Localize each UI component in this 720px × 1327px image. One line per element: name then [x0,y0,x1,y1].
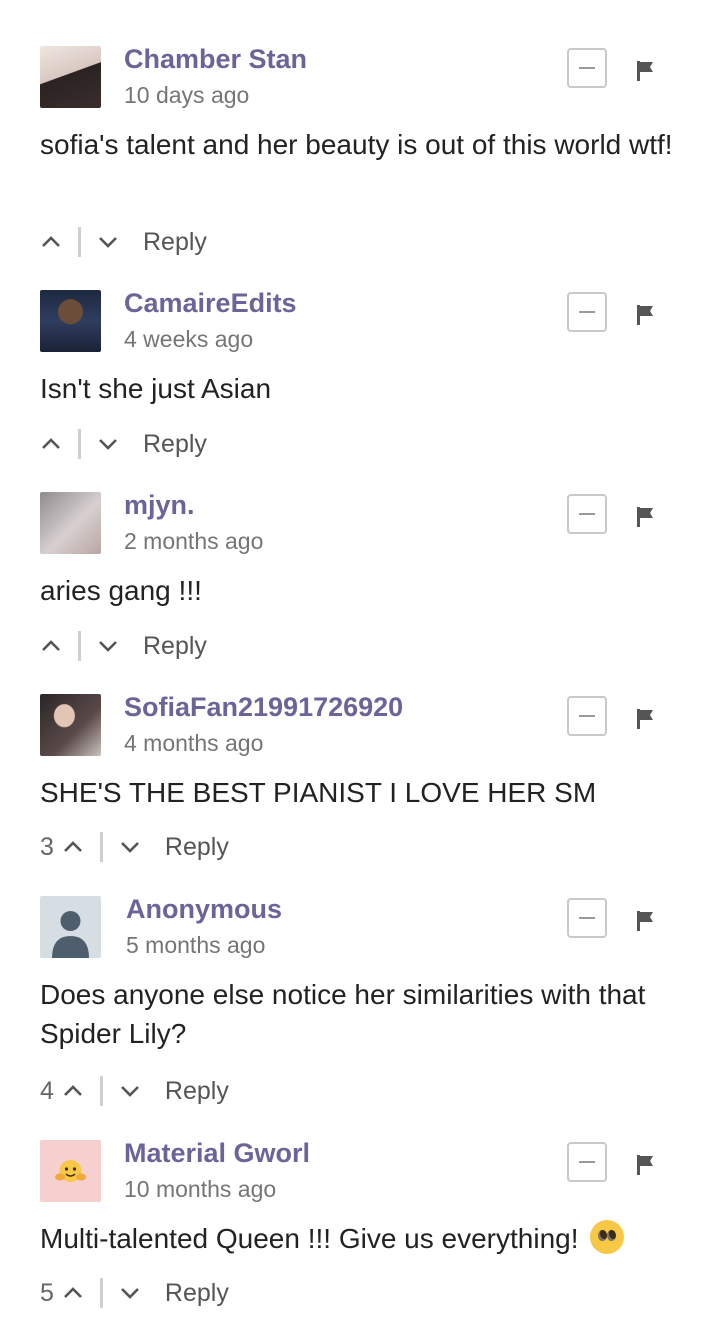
downvote-icon[interactable] [97,433,119,455]
comment-actions: Reply [40,426,207,462]
divider [78,631,81,661]
flag-icon[interactable] [636,506,656,528]
username[interactable]: SofiaFan21991726920 [124,692,403,723]
collapse-button[interactable] [567,898,607,938]
comment-text: sofia's talent and her beauty is out of … [40,129,673,160]
upvote-icon[interactable] [62,836,84,858]
collapse-button[interactable] [567,292,607,332]
comment-text: Multi-talented Queen !!! Give us everyth… [40,1223,579,1254]
vote-count: 4 [40,1076,54,1105]
collapse-button[interactable] [567,696,607,736]
username[interactable]: Anonymous [126,894,282,925]
comment-actions: 4 Reply [40,1073,229,1109]
user-silhouette-icon [52,911,89,958]
divider [99,1076,103,1106]
user-avatar[interactable] [40,694,101,756]
flag-icon[interactable] [636,1154,656,1176]
upvote-icon[interactable] [40,635,62,657]
divider [99,832,103,862]
reply-button[interactable]: Reply [165,1077,229,1106]
timestamp: 10 days ago [124,82,250,108]
timestamp: 4 months ago [124,730,264,756]
reply-button[interactable]: Reply [165,833,229,862]
flag-icon[interactable] [636,304,656,326]
comment-text-wrapper: Multi-talented Queen !!! Give us everyth… [40,1219,680,1258]
user-avatar[interactable] [40,46,101,108]
upvote-icon[interactable] [62,1282,84,1304]
timestamp: 5 months ago [126,932,266,958]
vote-count: 3 [40,832,54,861]
divider [99,1278,103,1308]
vote-count: 5 [40,1278,54,1307]
timestamp: 2 months ago [124,528,264,554]
comment-text: Does anyone else notice her similarities… [40,979,646,1049]
comment-actions: 3 Reply [40,829,229,865]
user-avatar[interactable] [40,492,101,554]
divider [78,227,81,257]
reply-button[interactable]: Reply [143,228,207,257]
downvote-icon[interactable] [119,1282,141,1304]
flag-icon[interactable] [636,708,656,730]
flag-icon[interactable] [636,910,656,932]
hugging-emoji-avatar[interactable] [40,1140,101,1202]
flag-icon[interactable] [636,60,656,82]
upvote-icon[interactable] [40,231,62,253]
comment-text: Isn't she just Asian [40,373,272,404]
upvote-icon[interactable] [40,433,62,455]
username[interactable]: mjyn. [124,490,195,521]
downvote-icon[interactable] [97,635,119,657]
downvote-icon[interactable] [119,836,141,858]
downvote-icon[interactable] [119,1080,141,1102]
default-user-avatar[interactable] [40,896,101,958]
collapse-button[interactable] [567,1142,607,1182]
divider [78,429,81,459]
comment-text: SHE'S THE BEST PIANIST I LOVE HER SM [40,777,597,808]
comment-text: aries gang !!! [40,575,202,606]
collapse-button[interactable] [567,48,607,88]
collapse-button[interactable] [567,494,607,534]
hugging-face-icon [55,1160,86,1182]
username[interactable]: CamaireEdits [124,288,297,319]
comment-actions: Reply [40,628,207,664]
comment-actions: Reply [40,224,207,260]
upvote-icon[interactable] [62,1080,84,1102]
timestamp: 4 weeks ago [124,326,254,352]
reply-button[interactable]: Reply [143,430,207,459]
reply-button[interactable]: Reply [143,632,207,661]
downvote-icon[interactable] [97,231,119,253]
username[interactable]: Chamber Stan [124,44,307,75]
username[interactable]: Material Gworl [124,1138,310,1169]
user-avatar[interactable] [40,290,101,352]
timestamp: 10 months ago [124,1176,277,1202]
reply-button[interactable]: Reply [165,1279,229,1308]
comment-actions: 5 Reply [40,1275,229,1311]
pleading-face-emoji-icon [590,1220,625,1254]
